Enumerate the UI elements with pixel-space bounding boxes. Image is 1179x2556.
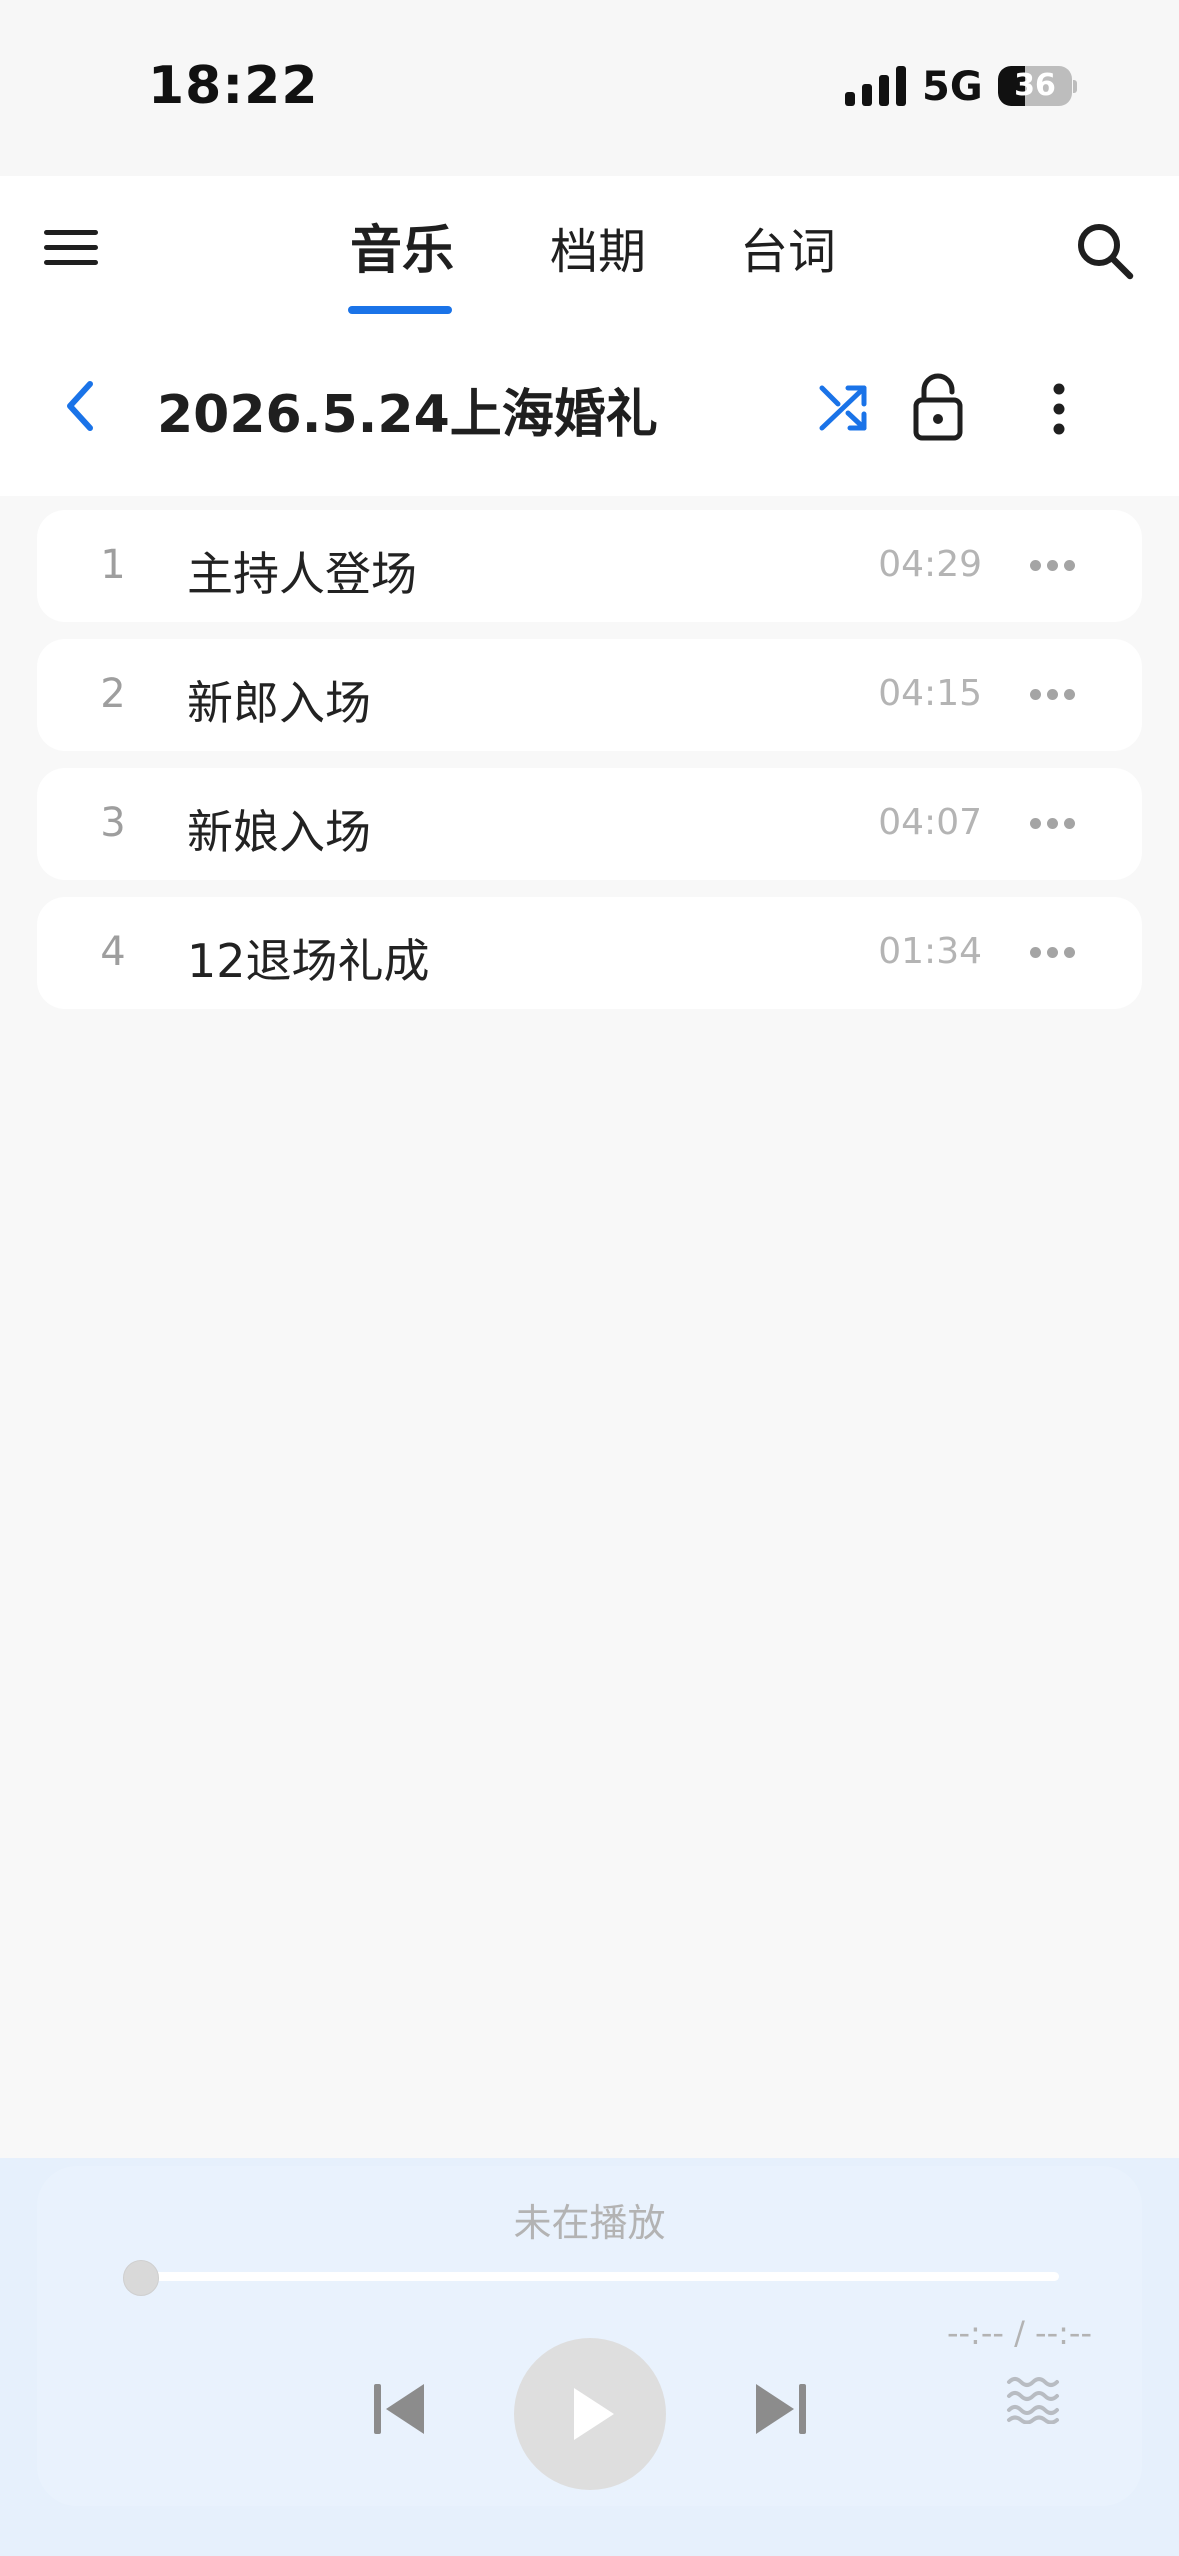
tab-schedule[interactable]: 档期 — [550, 212, 646, 282]
battery-level: 36 — [1014, 68, 1056, 103]
more-vertical-icon[interactable] — [1044, 382, 1074, 436]
track-number: 2 — [100, 671, 126, 717]
track-row[interactable]: 3 新娘入场 04:07 — [37, 768, 1142, 880]
track-name: 12退场礼成 — [187, 934, 430, 988]
signal-icon — [845, 66, 906, 106]
track-row[interactable]: 1 主持人登场 04:29 — [37, 510, 1142, 622]
progress-handle[interactable] — [123, 2260, 159, 2296]
shuffle-icon[interactable] — [816, 380, 872, 436]
time-readout: --:-- / --:-- — [946, 2314, 1092, 2352]
battery-icon: 36 — [998, 66, 1078, 106]
menu-icon[interactable] — [40, 224, 102, 272]
lock-open-icon[interactable] — [912, 370, 964, 442]
tab-lines[interactable]: 台词 — [740, 212, 836, 282]
status-bar: 18:22 5G 36 — [0, 0, 1179, 176]
more-horizontal-icon[interactable] — [1030, 947, 1076, 959]
top-nav: 音乐 档期 台词 — [0, 176, 1179, 320]
tab-music[interactable]: 音乐 — [350, 208, 454, 283]
play-icon — [574, 2388, 614, 2440]
status-time: 18:22 — [148, 56, 319, 116]
track-name: 新娘入场 — [187, 805, 371, 859]
track-duration: 04:07 — [878, 802, 982, 843]
network-label: 5G — [922, 64, 983, 110]
playlist-header: 2026.5.24上海婚礼 — [0, 320, 1179, 496]
chevron-left-icon[interactable] — [56, 376, 106, 436]
search-icon[interactable] — [1074, 220, 1136, 282]
track-number: 4 — [100, 929, 126, 975]
track-number: 3 — [100, 800, 126, 846]
track-row[interactable]: 4 12退场礼成 01:34 — [37, 897, 1142, 1009]
more-horizontal-icon[interactable] — [1030, 560, 1076, 572]
player-card: 未在播放 --:-- / --:-- — [37, 2166, 1142, 2506]
track-duration: 04:15 — [878, 673, 982, 714]
wave-icon[interactable] — [1005, 2372, 1063, 2424]
play-button[interactable] — [514, 2338, 666, 2490]
track-number: 1 — [100, 542, 126, 588]
active-tab-indicator — [348, 306, 452, 314]
playlist-title: 2026.5.24上海婚礼 — [157, 385, 658, 445]
progress-bar[interactable] — [137, 2272, 1059, 2281]
track-name: 新郎入场 — [187, 676, 371, 730]
track-duration: 01:34 — [878, 931, 982, 972]
more-horizontal-icon[interactable] — [1030, 818, 1076, 830]
now-playing-status: 未在播放 — [513, 2201, 666, 2245]
track-row[interactable]: 2 新郎入场 04:15 — [37, 639, 1142, 751]
track-name: 主持人登场 — [187, 547, 417, 601]
skip-previous-icon[interactable] — [370, 2380, 428, 2438]
more-horizontal-icon[interactable] — [1030, 689, 1076, 701]
skip-next-icon[interactable] — [752, 2380, 810, 2438]
track-duration: 04:29 — [878, 544, 982, 585]
